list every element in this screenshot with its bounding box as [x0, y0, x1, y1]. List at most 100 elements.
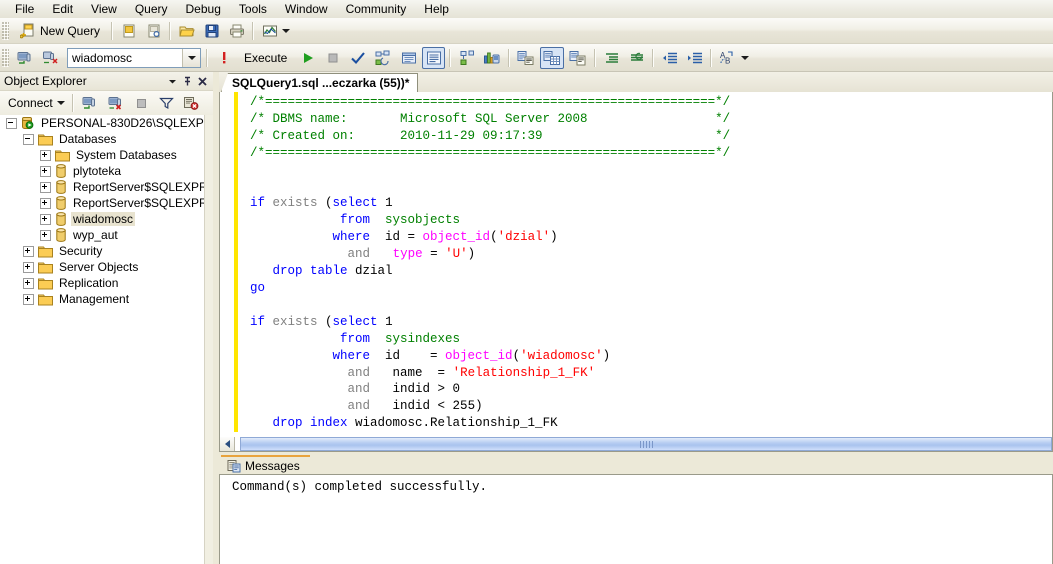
- include-actual-execution-plan-button[interactable]: [455, 47, 478, 69]
- oe-disconnect-button[interactable]: [104, 92, 128, 114]
- expand-icon[interactable]: [40, 229, 51, 241]
- tree-node[interactable]: Replication: [0, 275, 204, 291]
- toolbar-overflow-button[interactable]: [741, 55, 750, 60]
- messages-output[interactable]: Command(s) completed successfully.: [219, 474, 1053, 564]
- svg-text:B: B: [725, 56, 730, 65]
- expand-icon[interactable]: [40, 181, 51, 193]
- menu-item-tools[interactable]: Tools: [230, 1, 276, 18]
- decrease-indent-button[interactable]: [658, 47, 681, 69]
- scrollbar-track[interactable]: [235, 437, 1052, 451]
- tab-messages[interactable]: Messages: [221, 455, 310, 474]
- tree-node[interactable]: wyp_aut: [0, 227, 204, 243]
- tree-node[interactable]: Databases: [0, 131, 204, 147]
- execute-button[interactable]: Execute: [237, 47, 294, 69]
- include-client-statistics-button[interactable]: [480, 47, 504, 69]
- debug-button[interactable]: [212, 47, 235, 69]
- close-icon[interactable]: [195, 74, 210, 89]
- new-query-button[interactable]: New Query: [13, 20, 107, 42]
- uncomment-lines-button[interactable]: [625, 47, 648, 69]
- oe-refresh-button[interactable]: [180, 92, 203, 114]
- oe-stop-button[interactable]: [130, 92, 153, 114]
- stop-button[interactable]: [321, 47, 344, 69]
- printer-icon: [229, 23, 245, 39]
- activity-monitor-button[interactable]: [258, 20, 281, 42]
- expand-icon[interactable]: [40, 197, 51, 209]
- toolbar-overflow-button[interactable]: [282, 28, 291, 33]
- specify-values-for-template-parameters-button[interactable]: A B: [716, 47, 740, 69]
- tree-node[interactable]: wiadomosc: [0, 211, 204, 227]
- menu-item-debug[interactable]: Debug: [177, 1, 230, 18]
- results-to-file-button[interactable]: [566, 47, 590, 69]
- scrollbar-thumb[interactable]: [240, 437, 1052, 451]
- display-estimated-execution-plan-button[interactable]: [371, 47, 395, 69]
- object-explorer-tree[interactable]: PERSONAL-830D26\SQLEXPRESS Databases Syste…: [0, 115, 205, 564]
- sql-editor[interactable]: /*======================================…: [219, 92, 1053, 437]
- connect-button[interactable]: [13, 47, 37, 69]
- menu-item-query[interactable]: Query: [126, 1, 177, 18]
- code-token: type: [392, 247, 423, 262]
- new-analysis-query-icon: [146, 23, 162, 39]
- new-query-analysis-button[interactable]: [142, 20, 165, 42]
- decrease-indent-icon: [662, 51, 678, 65]
- sql-code-text[interactable]: /*======================================…: [250, 94, 730, 432]
- code-line: and name = 'Relationship_1_FK': [250, 365, 730, 382]
- menu-item-edit[interactable]: Edit: [43, 1, 82, 18]
- tree-node[interactable]: PERSONAL-830D26\SQLEXPRESS: [0, 115, 204, 131]
- results-to-grid-button[interactable]: [540, 46, 565, 69]
- results-to-text-button[interactable]: [514, 47, 538, 69]
- menu-item-help[interactable]: Help: [415, 1, 458, 18]
- query-options-button[interactable]: [397, 47, 420, 69]
- new-query-with-current-connection-button[interactable]: [117, 20, 140, 42]
- expand-icon[interactable]: [40, 165, 51, 177]
- menu-item-file[interactable]: File: [6, 1, 43, 18]
- code-token: indid < 255): [370, 399, 483, 414]
- panel-menu-button[interactable]: [165, 74, 180, 89]
- expand-icon[interactable]: [40, 149, 51, 161]
- database-combobox[interactable]: wiadomosc: [67, 47, 201, 68]
- toolbar-grip[interactable]: [2, 21, 9, 40]
- print-button[interactable]: [225, 20, 248, 42]
- tree-node[interactable]: ReportServer$SQLEXPRES: [0, 195, 204, 211]
- chevron-down-icon[interactable]: [182, 48, 200, 67]
- tree-node[interactable]: ReportServer$SQLEXPRES: [0, 179, 204, 195]
- scroll-left-button[interactable]: [220, 437, 235, 451]
- tree-node[interactable]: plytoteka: [0, 163, 204, 179]
- expand-icon[interactable]: [40, 213, 51, 225]
- execute-play-button[interactable]: [296, 47, 319, 69]
- change-connection-button[interactable]: [39, 47, 63, 69]
- save-button[interactable]: [200, 20, 223, 42]
- toolbar-grip[interactable]: [2, 48, 9, 67]
- code-line: from sysindexes: [250, 331, 730, 348]
- collapse-icon[interactable]: [23, 133, 34, 145]
- editor-horizontal-scrollbar[interactable]: [219, 437, 1053, 452]
- tree-node[interactable]: Security: [0, 243, 204, 259]
- expand-icon[interactable]: [23, 277, 34, 289]
- increase-indent-button[interactable]: [683, 47, 706, 69]
- results-pane-toggle-button[interactable]: [422, 46, 446, 69]
- expand-icon[interactable]: [23, 245, 34, 257]
- code-token: drop table: [272, 264, 348, 279]
- menu-item-view[interactable]: View: [82, 1, 126, 18]
- tree-node[interactable]: System Databases: [0, 147, 204, 163]
- expand-icon[interactable]: [23, 261, 34, 273]
- connect-dropdown-button[interactable]: Connect: [4, 94, 69, 112]
- oe-filter-button[interactable]: [155, 92, 178, 114]
- object-explorer-vertical-scrollbar[interactable]: [204, 115, 213, 564]
- code-line: and indid < 255): [250, 398, 730, 415]
- tree-node[interactable]: Server Objects: [0, 259, 204, 275]
- code-token: sysobjects: [385, 213, 461, 228]
- oe-connect-button[interactable]: [78, 92, 102, 114]
- document-tab-sqlquery1[interactable]: SQLQuery1.sql ...eczarka (55))*: [221, 73, 419, 92]
- collapse-icon[interactable]: [6, 117, 17, 129]
- open-file-button[interactable]: [175, 20, 198, 42]
- parse-button[interactable]: [346, 47, 369, 69]
- tree-node[interactable]: Management: [0, 291, 204, 307]
- expand-icon[interactable]: [23, 293, 34, 305]
- comment-lines-button[interactable]: [600, 47, 623, 69]
- menu-item-window[interactable]: Window: [276, 1, 337, 18]
- menu-item-community[interactable]: Community: [337, 1, 416, 18]
- auto-hide-pin-icon[interactable]: [180, 74, 195, 89]
